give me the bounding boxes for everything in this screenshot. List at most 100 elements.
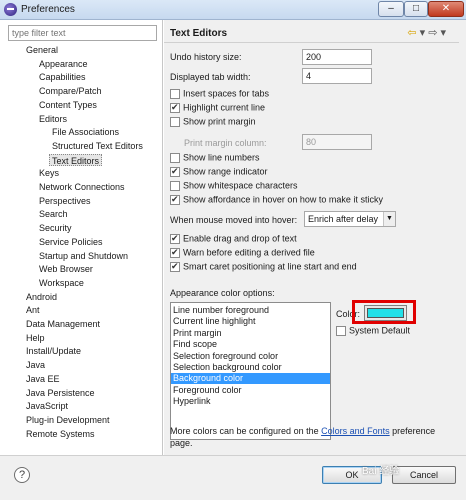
tree-item[interactable]: Java EE — [26, 373, 60, 385]
checkbox-label: Show print margin — [183, 116, 256, 127]
checkbox-row[interactable]: Show line numbers — [170, 152, 260, 164]
hover-behavior-select[interactable]: Enrich after delay ▼ — [304, 211, 396, 227]
tab-width-label: Displayed tab width: — [170, 72, 251, 82]
tree-item[interactable]: Editors — [39, 113, 67, 125]
maximize-button[interactable]: □ — [404, 1, 428, 17]
tree-item[interactable]: Security — [39, 222, 72, 234]
color-option-item[interactable]: Background color — [171, 373, 330, 385]
tree-item[interactable]: General — [26, 44, 58, 56]
checkbox-row[interactable]: Warn before editing a derived file — [170, 247, 315, 259]
tree-item[interactable]: Startup and Shutdown — [39, 250, 128, 262]
checkbox-label: Show affordance in hover on how to make … — [183, 194, 383, 205]
checkbox[interactable] — [170, 233, 180, 244]
close-button[interactable]: ✕ — [428, 1, 464, 17]
tree-item[interactable]: Perspectives — [39, 195, 91, 207]
checkbox[interactable] — [170, 194, 180, 205]
back-arrow-icon[interactable]: ⇦ — [407, 27, 416, 39]
more-colors-note: More colors can be configured on the Col… — [170, 425, 460, 449]
undo-history-field[interactable]: 200 — [302, 49, 372, 65]
checkbox-row[interactable]: Highlight current line — [170, 102, 265, 114]
checkbox[interactable] — [170, 116, 180, 127]
page-navigation: ⇦ ▾ ⇨ ▾ — [407, 26, 446, 39]
color-option-item[interactable]: Foreground color — [171, 385, 330, 396]
tree-item[interactable]: Service Policies — [39, 236, 103, 248]
highlight-annotation — [352, 300, 416, 324]
checkbox-label: Highlight current line — [183, 102, 266, 113]
color-option-item[interactable]: Find scope — [171, 339, 330, 350]
hover-behavior-value: Enrich after delay — [308, 214, 379, 224]
tree-item[interactable]: Search — [39, 208, 68, 220]
checkbox[interactable] — [170, 152, 180, 163]
undo-history-label: Undo history size: — [170, 52, 242, 62]
checkbox-label: Show whitespace characters — [183, 180, 298, 191]
app-icon — [4, 3, 17, 16]
checkbox-row[interactable]: Show whitespace characters — [170, 180, 298, 192]
checkbox-row[interactable]: Show print margin — [170, 116, 256, 128]
checkbox[interactable] — [170, 88, 180, 99]
tree-item[interactable]: Data Management — [26, 318, 100, 330]
tree-item[interactable]: Network Connections — [39, 181, 125, 193]
tree-item[interactable]: Web Browser — [39, 263, 93, 275]
appearance-options-label: Appearance color options: — [170, 288, 275, 298]
tree-item[interactable]: Java Persistence — [26, 387, 95, 399]
tree-item[interactable]: File Associations — [52, 126, 119, 138]
tree-item[interactable]: Help — [26, 332, 45, 344]
system-default-checkbox[interactable]: System Default — [336, 325, 410, 337]
colors-and-fonts-link[interactable]: Colors and Fonts — [321, 426, 390, 436]
checkbox-row[interactable]: Smart caret positioning at line start an… — [170, 261, 357, 273]
header-separator — [164, 42, 459, 43]
window-title: Preferences — [21, 4, 75, 15]
forward-menu-chevron-icon[interactable]: ▾ — [440, 27, 446, 39]
tree-item[interactable]: Keys — [39, 167, 59, 179]
tree-item[interactable]: Structured Text Editors — [52, 140, 143, 152]
checkbox-row[interactable]: Insert spaces for tabs — [170, 88, 269, 100]
checkbox-label: Show range indicator — [183, 166, 268, 177]
forward-arrow-icon[interactable]: ⇨ — [428, 27, 437, 39]
help-icon[interactable]: ? — [14, 467, 30, 483]
color-option-item[interactable]: Print margin — [171, 328, 330, 339]
tree-item[interactable]: Appearance — [39, 58, 88, 70]
color-option-item[interactable]: Line number foreground — [171, 305, 330, 316]
filter-input[interactable] — [8, 25, 157, 41]
print-margin-field: 80 — [302, 134, 372, 150]
appearance-color-list[interactable]: Line number foreground Current line highl… — [170, 302, 331, 440]
tree-item[interactable]: Remote Systems — [26, 428, 95, 440]
checkbox-label: Enable drag and drop of text — [183, 233, 297, 244]
checkbox[interactable] — [170, 102, 180, 113]
checkbox-label: Insert spaces for tabs — [183, 88, 270, 99]
color-option-item[interactable]: Current line highlight — [171, 316, 330, 327]
color-option-item[interactable]: Selection foreground color — [171, 351, 330, 362]
tree-item[interactable]: Plug-in Development — [26, 414, 110, 426]
tree-item[interactable]: Ant — [26, 304, 40, 316]
checkbox-row[interactable]: Show range indicator — [170, 166, 268, 178]
page-title: Text Editors — [170, 28, 228, 39]
system-default-label: System Default — [349, 325, 411, 336]
minimize-button[interactable]: – — [378, 1, 404, 17]
tree-item[interactable]: Text Editors — [49, 153, 103, 166]
back-menu-chevron-icon[interactable]: ▾ — [420, 27, 426, 39]
checkbox[interactable] — [170, 261, 180, 272]
checkbox[interactable] — [170, 180, 180, 191]
color-option-item[interactable]: Selection background color — [171, 362, 330, 373]
preference-page: Text Editors ⇦ ▾ ⇨ ▾ Undo history size: … — [164, 20, 466, 455]
color-option-item[interactable]: Hyperlink — [171, 396, 330, 407]
tree-item[interactable]: Android — [26, 291, 57, 303]
tree-item[interactable]: Workspace — [39, 277, 84, 289]
checkbox[interactable] — [170, 166, 180, 177]
tree-item[interactable]: JavaScript — [26, 400, 68, 412]
checkbox-row[interactable]: Enable drag and drop of text — [170, 233, 297, 245]
tree-item[interactable]: Content Types — [39, 99, 97, 111]
tree-item[interactable]: Install/Update — [26, 345, 81, 357]
preferences-tree-pane: General AppearanceCapabilities Compare/Pat… — [0, 20, 163, 455]
tree-item[interactable]: Java — [26, 359, 45, 371]
system-default-checkbox-box[interactable] — [336, 325, 346, 336]
checkbox[interactable] — [170, 247, 180, 258]
more-colors-prefix: More colors can be configured on the — [170, 426, 322, 436]
tree-item[interactable]: Compare/Patch — [39, 85, 102, 97]
title-bar: Preferences – □ ✕ — [0, 0, 466, 20]
print-margin-label: Print margin column: — [184, 138, 267, 148]
checkbox-label: Smart caret positioning at line start an… — [183, 261, 357, 272]
checkbox-row[interactable]: Show affordance in hover on how to make … — [170, 194, 383, 206]
tab-width-field[interactable]: 4 — [302, 68, 372, 84]
tree-item[interactable]: Capabilities — [39, 71, 86, 83]
